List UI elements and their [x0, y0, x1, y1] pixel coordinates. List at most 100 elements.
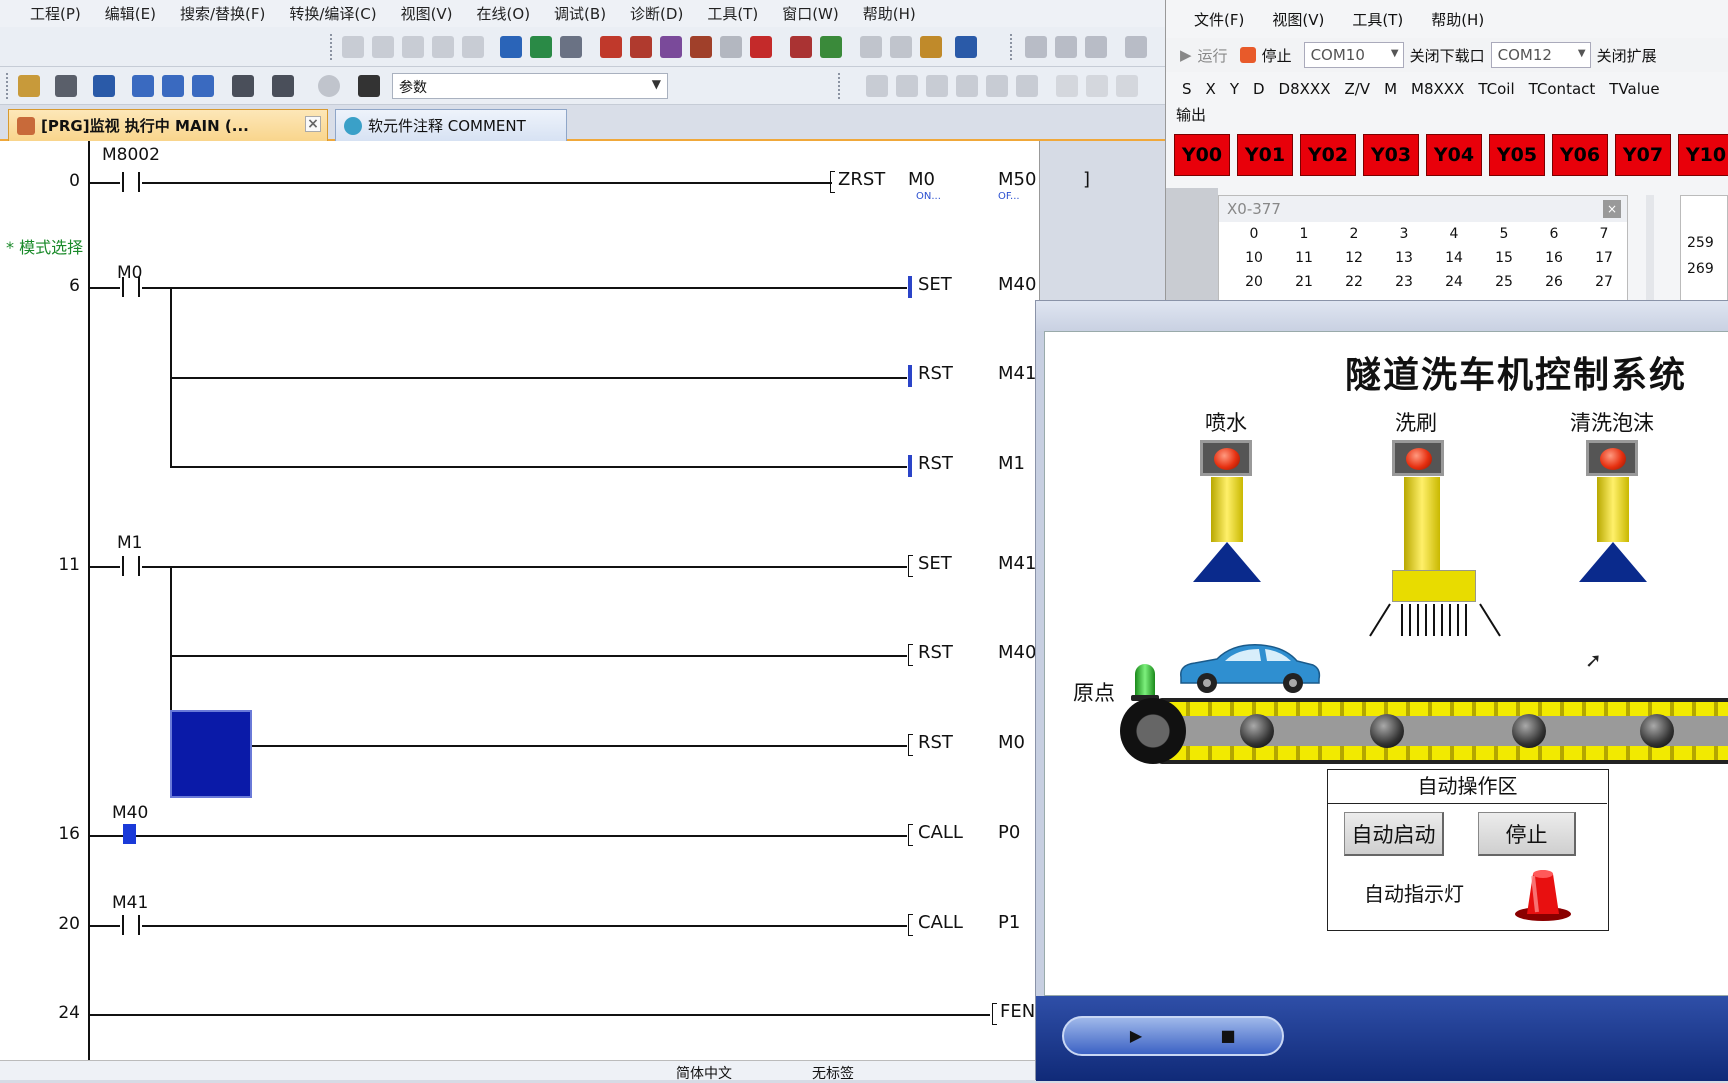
x-input-cell[interactable]: 13 — [1379, 250, 1429, 266]
write-plc-icon[interactable] — [600, 36, 622, 58]
x-input-cell[interactable]: 20 — [1229, 274, 1279, 290]
x-input-cell[interactable]: 15 — [1479, 250, 1529, 266]
x-input-cell[interactable]: 12 — [1329, 250, 1379, 266]
register-tab[interactable]: M — [1384, 80, 1397, 98]
window-icon[interactable] — [93, 75, 115, 97]
download-port-select[interactable]: COM10 ▼ — [1303, 42, 1404, 68]
sim-menu-item[interactable]: 视图(V) — [1258, 9, 1338, 30]
cf9-line-icon[interactable] — [1116, 75, 1138, 97]
sim-menu-item[interactable]: 文件(F) — [1180, 9, 1258, 30]
undo-icon[interactable] — [432, 36, 454, 58]
ladder-edit-icon[interactable] — [1085, 36, 1107, 58]
stop-square-icon[interactable]: ■ — [1214, 1024, 1242, 1048]
instr-set[interactable]: SET — [918, 274, 952, 295]
binoculars-icon[interactable] — [358, 75, 380, 97]
screen-icon[interactable] — [955, 36, 977, 58]
sim-menu-item[interactable]: 工具(T) — [1338, 9, 1417, 30]
menu-item[interactable]: 帮助(H) — [851, 3, 928, 24]
menu-item[interactable]: 工程(P) — [18, 3, 93, 24]
operand[interactable]: P1 — [998, 912, 1020, 933]
menu-item[interactable]: 搜索/替换(F) — [168, 3, 277, 24]
zoom-icon[interactable] — [920, 36, 942, 58]
operand[interactable]: P0 — [998, 822, 1020, 843]
f8-instr-icon[interactable] — [1016, 75, 1038, 97]
x-input-cell[interactable]: 7 — [1579, 226, 1629, 242]
operand[interactable]: M50 — [998, 169, 1036, 190]
dev-icon[interactable] — [192, 75, 214, 97]
menu-item[interactable]: 转换/编译(C) — [277, 3, 388, 24]
close-expand-button[interactable]: 关闭扩展 — [1597, 45, 1657, 66]
verify-icon[interactable] — [660, 36, 682, 58]
x-input-cell[interactable]: 4 — [1429, 226, 1479, 242]
register-tab[interactable]: S — [1182, 80, 1192, 98]
x-input-cell[interactable]: 16 — [1529, 250, 1579, 266]
close-icon[interactable]: × — [305, 116, 321, 132]
x-input-cell[interactable]: 0 — [1229, 226, 1279, 242]
x-input-cell[interactable]: 23 — [1379, 274, 1429, 290]
menu-item[interactable]: 诊断(D) — [618, 3, 695, 24]
x-input-cell[interactable]: 26 — [1529, 274, 1579, 290]
f5-contact-icon[interactable] — [866, 75, 888, 97]
close-download-button[interactable]: 关闭下载口 — [1410, 45, 1485, 66]
f9-line-icon[interactable] — [1056, 75, 1078, 97]
register-tab[interactable]: M8XXX — [1411, 80, 1464, 98]
operand[interactable]: M40 — [998, 642, 1036, 663]
help-icon[interactable] — [318, 75, 340, 97]
x-input-cell[interactable]: 22 — [1329, 274, 1379, 290]
register-tab[interactable]: Y — [1230, 80, 1239, 98]
x-input-cell[interactable]: 14 — [1429, 250, 1479, 266]
ladder-edit-icon[interactable] — [1125, 36, 1147, 58]
x-input-cell[interactable]: 6 — [1529, 226, 1579, 242]
device-search-icon[interactable] — [500, 36, 522, 58]
menu-item[interactable]: 编辑(E) — [93, 3, 168, 24]
monitor-icon[interactable] — [690, 36, 712, 58]
x-input-cell[interactable]: 3 — [1379, 226, 1429, 242]
x-input-cell[interactable]: 24 — [1429, 274, 1479, 290]
instr-rst[interactable]: RST — [918, 732, 953, 753]
paste-icon[interactable] — [402, 36, 424, 58]
register-tab[interactable]: TContact — [1529, 80, 1596, 98]
instr-call[interactable]: CALL — [918, 912, 963, 933]
no-contact[interactable] — [122, 915, 140, 935]
cut-icon[interactable] — [342, 36, 364, 58]
play-icon[interactable]: ▶ — [1122, 1024, 1150, 1048]
ladder-edit-icon[interactable] — [1025, 36, 1047, 58]
redo-icon[interactable] — [462, 36, 484, 58]
toolbar-grip[interactable] — [838, 73, 842, 99]
register-tab[interactable]: Z/V — [1344, 80, 1370, 98]
menu-item[interactable]: 工具(T) — [695, 3, 770, 24]
operand[interactable]: M40 — [998, 274, 1036, 295]
rising-edge-contact[interactable] — [122, 277, 140, 297]
operand[interactable]: M41 — [998, 553, 1036, 574]
f7-coil-icon[interactable] — [986, 75, 1008, 97]
register-tab[interactable]: TValue — [1609, 80, 1659, 98]
auto-start-button[interactable]: 自动启动 — [1344, 812, 1444, 856]
toolbar-grip[interactable] — [330, 34, 334, 60]
device-batch-icon[interactable] — [560, 36, 582, 58]
copy-icon[interactable] — [372, 36, 394, 58]
register-tab[interactable]: TCoil — [1478, 80, 1514, 98]
menu-item[interactable]: 在线(O) — [465, 3, 543, 24]
module-icon[interactable] — [55, 75, 77, 97]
instr-set[interactable]: SET — [918, 553, 952, 574]
operand[interactable]: M0 — [908, 169, 935, 190]
x-input-cell[interactable]: 1 — [1279, 226, 1329, 242]
operand[interactable]: M41 — [998, 363, 1036, 384]
project-tree-icon[interactable] — [18, 75, 40, 97]
run-button[interactable]: 运行 — [1198, 45, 1228, 66]
expand-port-select[interactable]: COM12 ▼ — [1490, 42, 1591, 68]
no-contact[interactable] — [122, 172, 140, 192]
instr-rst[interactable]: RST — [918, 642, 953, 663]
monitor-stop-icon[interactable] — [720, 36, 742, 58]
operand[interactable]: M0 — [998, 732, 1025, 753]
tab-device-comment[interactable]: 软元件注释 COMMENT — [335, 109, 567, 141]
register-tab[interactable]: X — [1206, 80, 1216, 98]
stop-button[interactable]: 停止 — [1262, 45, 1292, 66]
dev-icon[interactable] — [132, 75, 154, 97]
sf9-line-icon[interactable] — [1086, 75, 1108, 97]
scrollbar[interactable] — [1646, 195, 1654, 305]
tab-main-program[interactable]: [PRG]监视 执行中 MAIN (... × — [8, 109, 328, 141]
instr-call[interactable]: CALL — [918, 822, 963, 843]
x-input-cell[interactable]: 17 — [1579, 250, 1629, 266]
find-icon[interactable] — [890, 36, 912, 58]
